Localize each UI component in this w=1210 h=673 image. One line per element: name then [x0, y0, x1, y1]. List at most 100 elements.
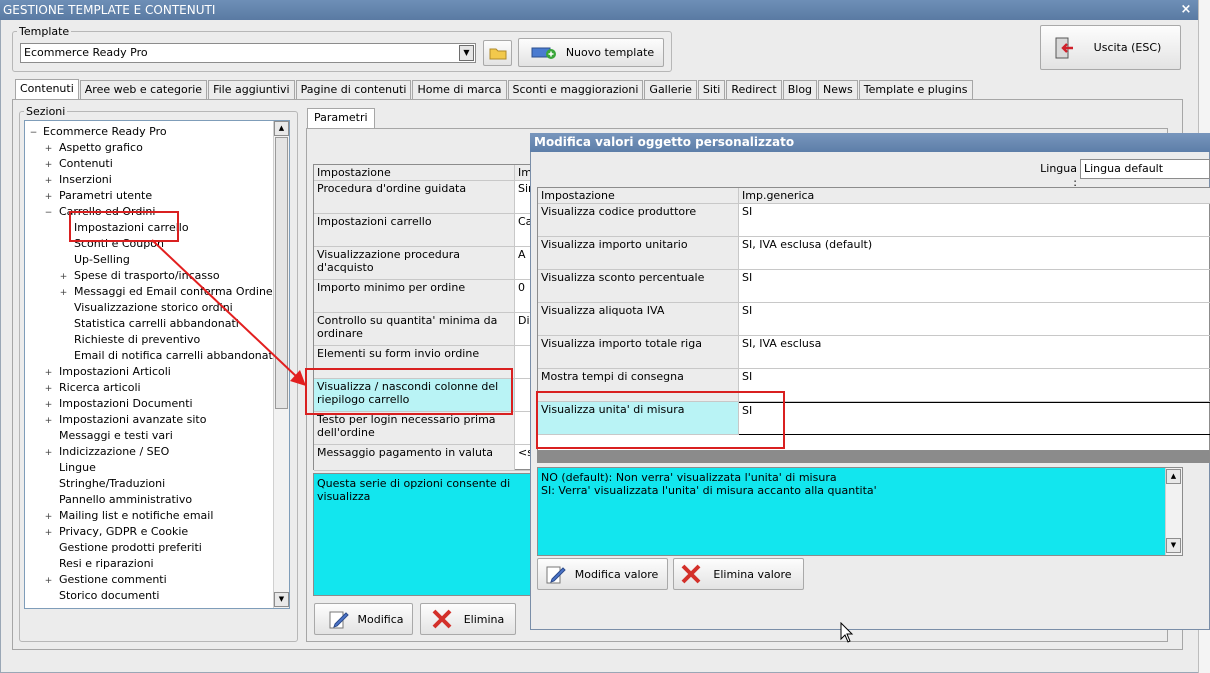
value-row-label[interactable]: Visualizza codice produttore	[538, 204, 739, 237]
chevron-down-icon[interactable]: ▼	[459, 45, 474, 61]
tree-item[interactable]: Storico documenti	[43, 588, 159, 604]
tree-item[interactable]: Up-Selling	[58, 252, 130, 268]
tab-home-marca[interactable]: Home di marca	[412, 80, 507, 99]
scroll-down-icon[interactable]: ▼	[274, 592, 289, 607]
expand-icon[interactable]: +	[43, 577, 54, 586]
tree-item[interactable]: Messaggi e testi vari	[43, 428, 173, 444]
param-row-label[interactable]: Messaggio pagamento in valuta	[314, 445, 515, 471]
tree-item-label: Carrello ed Ordini	[59, 205, 156, 218]
tab-pagine-contenuti[interactable]: Pagine di contenuti	[295, 80, 412, 99]
open-folder-button[interactable]	[483, 40, 512, 66]
delete-button[interactable]: Elimina	[420, 603, 516, 635]
expand-icon[interactable]: +	[43, 417, 54, 426]
tree-item[interactable]: + Aspetto grafico	[43, 140, 143, 156]
param-row-label[interactable]: Controllo su quantita' minima da ordinar…	[314, 313, 515, 346]
param-row-label[interactable]: Visualizzazione procedura d'acquisto	[314, 247, 515, 280]
expand-icon[interactable]: +	[43, 145, 54, 154]
tree-item[interactable]: + Gestione commenti	[43, 572, 167, 588]
window-title: GESTIONE TEMPLATE E CONTENUTI	[3, 3, 216, 17]
help-scrollbar[interactable]: ▲ ▼	[1165, 468, 1182, 555]
grid-horizontal-scrollbar[interactable]	[537, 451, 1210, 463]
param-row-label[interactable]: Procedura d'ordine guidata	[314, 181, 515, 214]
tree-root[interactable]: − Ecommerce Ready Pro	[29, 124, 167, 140]
tab-template-plugins[interactable]: Template e plugins	[858, 80, 973, 99]
tab-parametri[interactable]: Parametri	[307, 108, 375, 129]
param-row-label[interactable]: Importo minimo per ordine	[314, 280, 515, 313]
language-select[interactable]: Lingua default	[1080, 159, 1210, 179]
value-row-label[interactable]: Visualizza importo totale riga	[538, 336, 739, 369]
tree-item[interactable]: Pannello amministrativo	[43, 492, 192, 508]
expand-icon[interactable]: +	[43, 177, 54, 186]
tree-item[interactable]: + Privacy, GDPR e Cookie	[43, 524, 188, 540]
param-row-label[interactable]: Impostazioni carrello	[314, 214, 515, 247]
collapse-icon[interactable]: −	[29, 129, 38, 138]
tab-siti[interactable]: Siti	[697, 80, 726, 99]
expand-icon[interactable]: +	[43, 161, 54, 170]
tab-contenuti[interactable]: Contenuti	[15, 79, 79, 100]
template-select[interactable]: Ecommerce Ready Pro ▼	[20, 43, 476, 63]
help-scroll-down-icon[interactable]: ▼	[1166, 538, 1181, 553]
value-grid[interactable]: Impostazione Imp.generica Visualizza cod…	[537, 187, 1210, 451]
tree-item[interactable]: + Mailing list e notifiche email	[43, 508, 214, 524]
value-row-value[interactable]: SI	[739, 270, 1210, 303]
value-row-label[interactable]: Visualizza importo unitario	[538, 237, 739, 270]
value-row-value[interactable]: SI	[739, 402, 1210, 435]
expand-icon[interactable]: +	[43, 385, 54, 394]
value-row-value[interactable]: SI	[739, 303, 1210, 336]
tab-blog[interactable]: Blog	[782, 80, 818, 99]
exit-button[interactable]: Uscita (ESC)	[1040, 25, 1181, 70]
param-grid[interactable]: Impostazione Imp Procedura d'ordine guid…	[313, 164, 535, 471]
tree-item[interactable]: Lingue	[43, 460, 96, 476]
value-row-label[interactable]: Mostra tempi di consegna	[538, 369, 739, 402]
expand-icon[interactable]: +	[58, 273, 69, 282]
tree-item[interactable]: Resi e riparazioni	[43, 556, 154, 572]
tab-redirect[interactable]: Redirect	[726, 80, 782, 99]
tree-item[interactable]: + Impostazioni Documenti	[43, 396, 193, 412]
tree-item[interactable]: + Ricerca articoli	[43, 380, 141, 396]
new-template-button[interactable]: Nuovo template	[518, 38, 664, 67]
tab-sconti[interactable]: Sconti e maggiorazioni	[507, 80, 644, 99]
edit-button[interactable]: Modifica	[314, 603, 413, 635]
param-row-label[interactable]: Elementi su form invio ordine	[314, 346, 515, 379]
value-row-label[interactable]: Visualizza aliquota IVA	[538, 303, 739, 336]
value-row-label[interactable]: Visualizza unita' di misura	[538, 402, 739, 435]
annotation-arrow	[151, 239, 306, 386]
expand-icon[interactable]: +	[43, 369, 54, 378]
tree-item[interactable]: + Contenuti	[43, 156, 113, 172]
expand-icon[interactable]: +	[43, 401, 54, 410]
param-row-label[interactable]: Testo per login necessario prima dell'or…	[314, 412, 515, 445]
tree-item-label: Impostazioni carrello	[74, 221, 189, 234]
value-row-value[interactable]: SI, IVA esclusa	[739, 336, 1210, 369]
param-row-label[interactable]: Visualizza / nascondi colonne del riepil…	[314, 379, 515, 412]
tab-gallerie[interactable]: Gallerie	[644, 80, 697, 99]
tab-news[interactable]: News	[818, 80, 858, 99]
expand-icon[interactable]: +	[58, 289, 69, 298]
scroll-up-icon[interactable]: ▲	[274, 121, 289, 136]
tree-item[interactable]: + Indicizzazione / SEO	[43, 444, 170, 460]
tab-aree-web[interactable]: Aree web e categorie	[79, 80, 208, 99]
tree-item[interactable]: Stringhe/Traduzioni	[43, 476, 165, 492]
help-scroll-up-icon[interactable]: ▲	[1166, 469, 1181, 484]
edit-value-button[interactable]: Modifica valore	[537, 558, 668, 590]
value-row-value[interactable]: SI, IVA esclusa (default)	[739, 237, 1210, 270]
expand-icon[interactable]: +	[43, 513, 54, 522]
tree-item[interactable]: Impostazioni carrello	[58, 220, 189, 236]
tree-item[interactable]: Gestione prodotti preferiti	[43, 540, 202, 556]
tree-item[interactable]: − Carrello ed Ordini	[43, 204, 156, 220]
expand-icon[interactable]: +	[43, 449, 54, 458]
close-icon[interactable]: ×	[1176, 2, 1196, 18]
delete-value-button[interactable]: Elimina valore	[673, 558, 804, 590]
expand-icon[interactable]: +	[43, 529, 54, 538]
value-row-value[interactable]: SI	[739, 204, 1210, 237]
expand-icon[interactable]: +	[43, 193, 54, 202]
tree-item[interactable]: Sconti e Coupon	[58, 236, 164, 252]
value-row-label[interactable]: Visualizza sconto percentuale	[538, 270, 739, 303]
tree-item[interactable]: + Inserzioni	[43, 172, 112, 188]
value-row-value[interactable]: SI	[739, 369, 1210, 402]
tree-item[interactable]: + Impostazioni avanzate sito	[43, 412, 207, 428]
collapse-icon[interactable]: −	[43, 209, 54, 218]
tab-file-aggiuntivi[interactable]: File aggiuntivi	[208, 80, 295, 99]
tree-item[interactable]: + Parametri utente	[43, 188, 152, 204]
